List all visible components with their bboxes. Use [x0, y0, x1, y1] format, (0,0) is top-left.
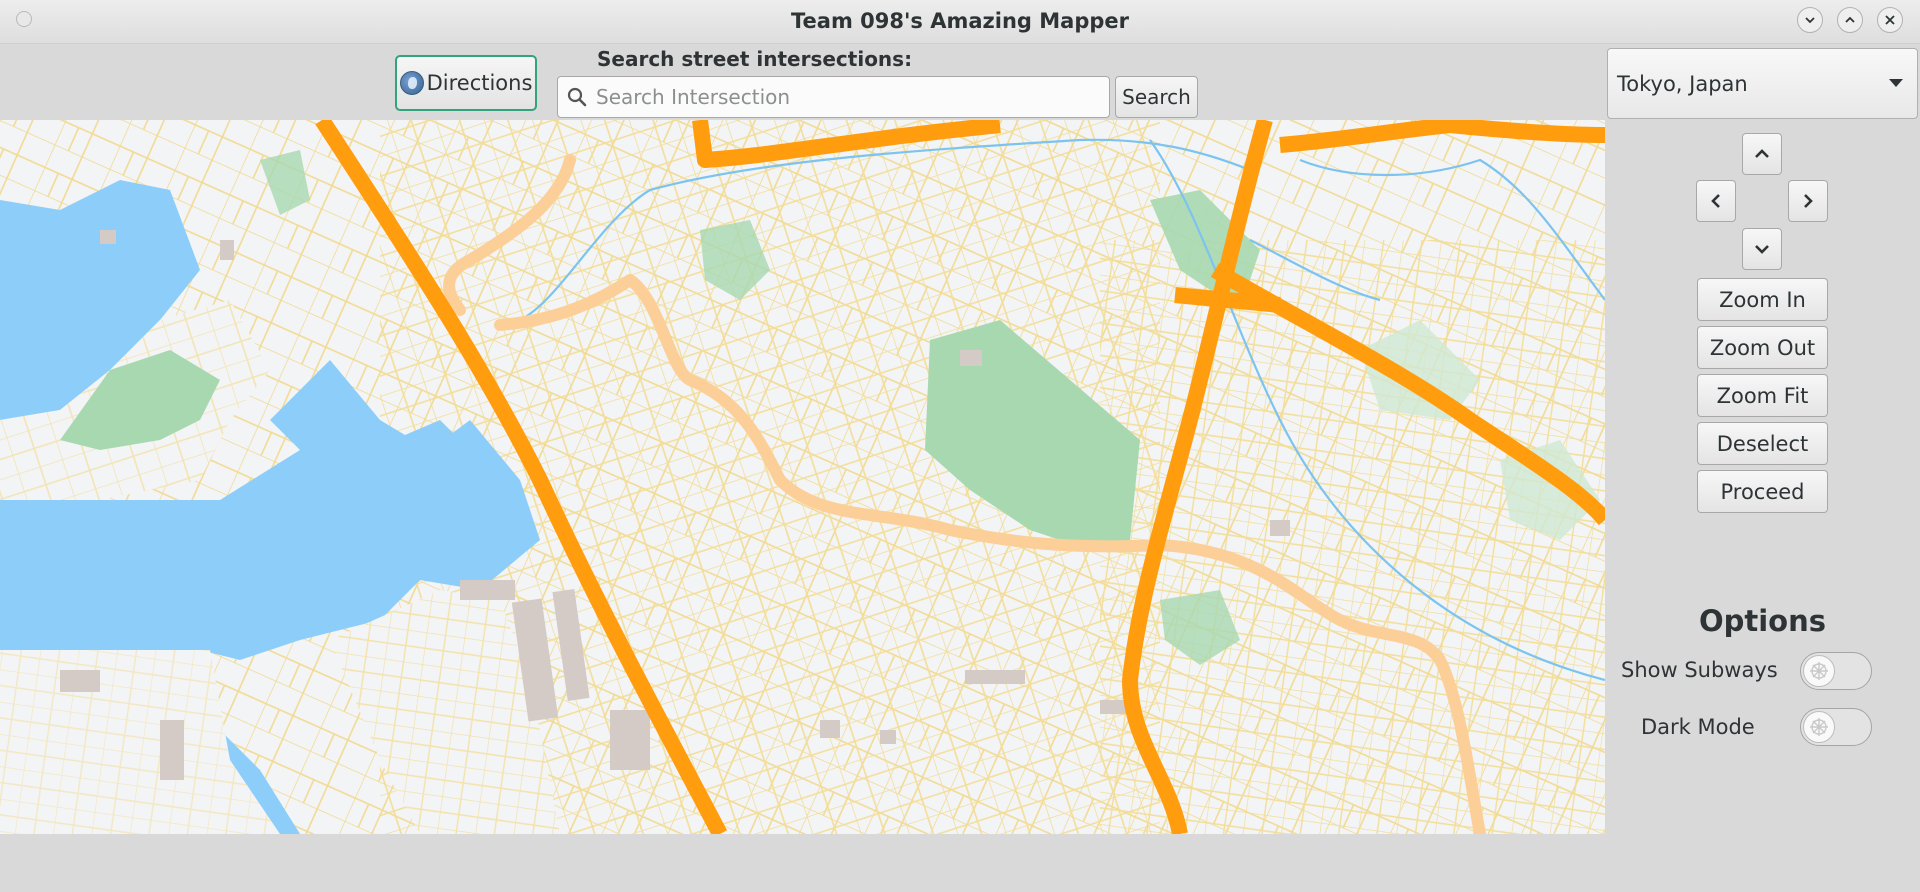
globe-icon [399, 71, 424, 95]
toggle-off-icon [1810, 718, 1828, 736]
toggle-knob [1803, 711, 1835, 743]
city-select-value: Tokyo, Japan [1617, 71, 1748, 96]
directions-button[interactable]: Directions [395, 55, 537, 111]
deselect-button[interactable]: Deselect [1697, 422, 1828, 465]
options-title: Options [1698, 604, 1827, 638]
pan-up-button[interactable] [1742, 133, 1782, 175]
dark-mode-toggle[interactable] [1800, 708, 1872, 746]
search-label: Search street intersections: [597, 47, 913, 71]
minimize-button[interactable] [1797, 7, 1823, 33]
search-button[interactable]: Search [1115, 76, 1198, 118]
close-icon [1885, 15, 1895, 25]
city-select[interactable]: Tokyo, Japan [1607, 48, 1918, 119]
maximize-icon [1845, 16, 1855, 23]
chevron-right-icon [1804, 194, 1813, 208]
zoom-out-button[interactable]: Zoom Out [1697, 326, 1828, 369]
zoom-fit-button[interactable]: Zoom Fit [1697, 374, 1828, 417]
minimize-icon [1805, 17, 1815, 24]
toggle-off-icon [1810, 662, 1828, 680]
toggle-knob [1803, 655, 1835, 687]
directions-label: Directions [426, 71, 533, 95]
search-input[interactable] [596, 85, 1096, 109]
maximize-button[interactable] [1837, 7, 1863, 33]
dark-mode-label: Dark Mode [1641, 715, 1755, 739]
show-subways-label: Show Subways [1621, 658, 1778, 682]
pan-right-button[interactable] [1788, 180, 1828, 222]
pan-left-button[interactable] [1696, 180, 1736, 222]
search-icon [567, 87, 587, 107]
chevron-down-icon [1755, 245, 1769, 254]
chevron-up-icon [1755, 149, 1769, 158]
title-bar: Team 098's Amazing Mapper [0, 0, 1920, 44]
search-field[interactable] [557, 76, 1110, 118]
dropdown-caret-icon [1889, 79, 1903, 87]
zoom-in-button[interactable]: Zoom In [1697, 278, 1828, 321]
chevron-left-icon [1711, 194, 1720, 208]
map-canvas[interactable] [0, 120, 1605, 834]
proceed-button[interactable]: Proceed [1697, 470, 1828, 513]
show-subways-toggle[interactable] [1800, 652, 1872, 690]
window-title: Team 098's Amazing Mapper [791, 9, 1129, 33]
close-button[interactable] [1877, 7, 1903, 33]
pan-down-button[interactable] [1742, 228, 1782, 270]
